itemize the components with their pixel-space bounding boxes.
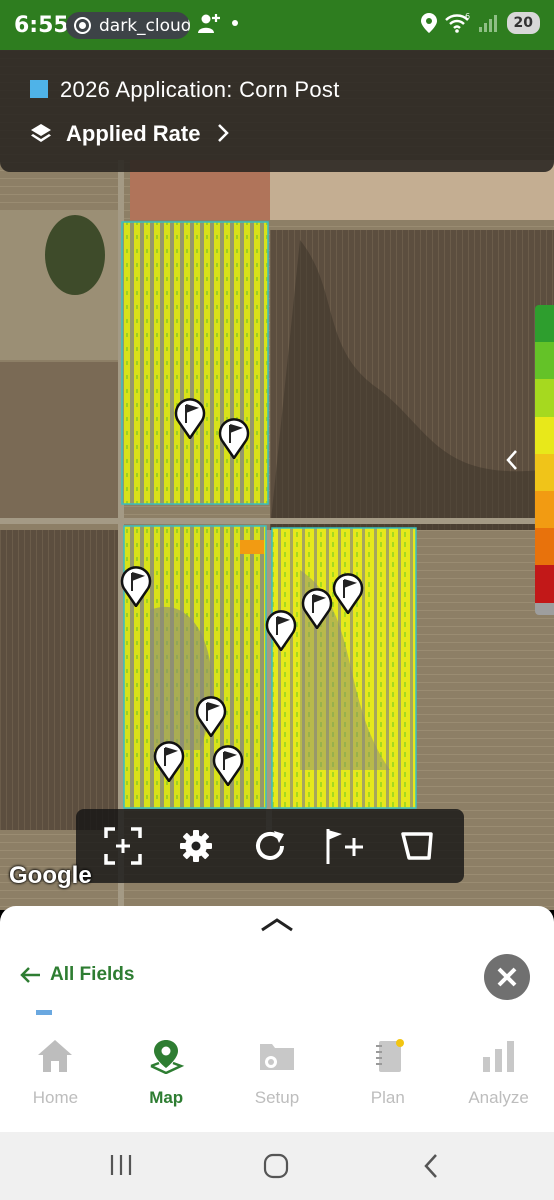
legend-swatch [535, 490, 554, 529]
applied-rate-selector[interactable]: Applied Rate [66, 121, 200, 147]
recent-apps-icon[interactable] [108, 1152, 134, 1178]
flag-marker[interactable] [332, 570, 364, 614]
tab-setup[interactable]: Setup [222, 1030, 333, 1130]
location-icon [420, 13, 437, 33]
fit-extent-button[interactable] [99, 822, 147, 870]
back-nav-icon[interactable] [421, 1152, 441, 1180]
flag-marker[interactable] [301, 585, 333, 629]
map-toolbar [76, 809, 464, 883]
home-icon [38, 1040, 73, 1072]
map-pin-icon [150, 1040, 185, 1074]
status-chip-label: dark_cloud [99, 15, 190, 36]
cell-signal-icon [478, 15, 497, 32]
system-nav-bar [0, 1132, 554, 1200]
bottom-tab-bar: Home Map Setup Plan Analyze [0, 1030, 554, 1130]
wifi-sup: 6 [465, 13, 470, 21]
field-color-swatch [36, 1010, 52, 1015]
bottom-sheet: All Fields Home Map Setup Plan Analyze [0, 906, 554, 1132]
status-time: 6:55 [14, 13, 69, 38]
refresh-icon [256, 831, 284, 860]
legend-swatch-no-data [535, 602, 554, 615]
flag-marker[interactable] [265, 607, 297, 651]
status-bar: 6:55 dark_cloud 6 20 [0, 0, 554, 50]
close-button[interactable] [484, 954, 530, 1000]
legend-swatch [535, 528, 554, 566]
chevron-left-icon[interactable] [505, 448, 519, 472]
screen-record-chip[interactable]: dark_cloud [66, 12, 190, 39]
draw-boundary-button[interactable] [393, 822, 441, 870]
bar-chart-icon [482, 1041, 514, 1072]
map-canvas[interactable] [0, 50, 554, 910]
all-fields-label: All Fields [50, 964, 135, 985]
wifi-icon: 6 [444, 13, 470, 33]
notebook-icon [375, 1039, 404, 1072]
layer-panel: 2026 Application: Corn Post Applied Rate [0, 50, 554, 172]
satellite-map[interactable] [0, 50, 554, 910]
refresh-button[interactable] [246, 822, 294, 870]
chevron-up-icon[interactable] [259, 916, 295, 934]
legend-swatch [535, 565, 554, 603]
tab-analyze-label: Analyze [468, 1088, 529, 1107]
layer-title: 2026 Application: Corn Post [60, 77, 340, 102]
tab-map-label: Map [149, 1088, 184, 1107]
close-icon [497, 967, 517, 987]
legend-swatch [535, 416, 554, 454]
layers-icon[interactable] [30, 122, 52, 144]
flag-marker[interactable] [212, 742, 244, 786]
add-flag-button[interactable] [320, 822, 368, 870]
settings-button[interactable] [172, 822, 220, 870]
tab-analyze[interactable]: Analyze [443, 1030, 554, 1130]
all-fields-back-link[interactable]: All Fields [20, 964, 134, 986]
legend-swatch [535, 453, 554, 491]
google-attribution: Google [9, 862, 92, 889]
legend-swatch [535, 342, 554, 380]
tab-plan[interactable]: Plan [332, 1030, 443, 1130]
tab-map[interactable]: Map [111, 1030, 222, 1130]
fit-extent-icon [104, 827, 142, 865]
chevron-right-icon[interactable] [216, 122, 230, 144]
add-person-icon [198, 14, 220, 33]
home-nav-icon[interactable] [262, 1152, 290, 1180]
battery-icon: 20 [506, 12, 540, 34]
tab-home-label: Home [32, 1088, 79, 1107]
flag-marker[interactable] [174, 395, 206, 439]
tab-plan-label: Plan [370, 1088, 405, 1107]
tab-home[interactable]: Home [0, 1030, 111, 1130]
flag-marker[interactable] [120, 563, 152, 607]
arrow-left-icon [20, 967, 40, 983]
flag-marker[interactable] [218, 415, 250, 459]
record-icon [74, 17, 91, 34]
rate-legend[interactable] [535, 305, 554, 615]
layer-color-swatch [30, 80, 48, 98]
draw-boundary-icon [401, 832, 433, 860]
legend-swatch [535, 305, 554, 343]
legend-swatch [535, 379, 554, 417]
add-flag-icon [326, 829, 363, 864]
tab-setup-label: Setup [254, 1088, 300, 1107]
flag-marker[interactable] [153, 738, 185, 782]
flag-marker[interactable] [195, 693, 227, 737]
notification-dot-icon [232, 20, 238, 26]
gear-icon [180, 830, 213, 862]
folder-gear-icon [259, 1044, 294, 1070]
